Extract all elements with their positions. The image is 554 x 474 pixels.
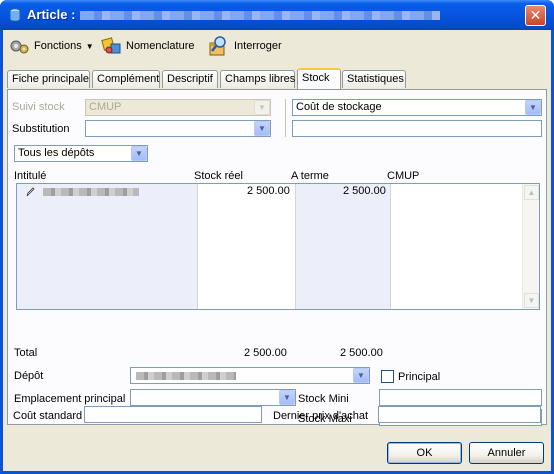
- principal-checkbox[interactable]: [381, 370, 394, 383]
- chevron-down-icon[interactable]: ▼: [254, 121, 270, 136]
- toolbar: Fonctions ▼ Nomenclature Interroger: [3, 30, 551, 62]
- ok-button[interactable]: OK: [387, 442, 462, 464]
- emplacement-label: Emplacement principal: [14, 393, 126, 405]
- table-row[interactable]: 2 500.00 2 500.00: [17, 184, 522, 200]
- stock-tab-panel: Suivi stock CMUP ▼ Substitution ▼ Coût d…: [7, 89, 547, 426]
- emplacement-combo[interactable]: ▼: [130, 389, 296, 406]
- annuler-button[interactable]: Annuler: [469, 442, 544, 464]
- grid-col-a-terme: [295, 184, 390, 309]
- cout-stockage-combo[interactable]: Coût de stockage ▼: [292, 99, 542, 116]
- grid-divider: [390, 184, 391, 309]
- tab-statistiques[interactable]: Statistiques: [342, 70, 406, 88]
- fonctions-label: Fonctions: [34, 40, 82, 52]
- cout-stockage-input[interactable]: [292, 120, 542, 137]
- total-label: Total: [14, 347, 38, 359]
- col-header-a-terme[interactable]: A terme: [291, 170, 329, 182]
- tab-descriptif[interactable]: Descriptif: [162, 70, 218, 88]
- total-a-terme: 2 500.00: [340, 347, 383, 359]
- intitule-redacted: [43, 188, 139, 196]
- window-title: Article :: [27, 7, 76, 22]
- tab-champs-libres[interactable]: Champs libres: [220, 70, 295, 88]
- col-header-intitule[interactable]: Intitulé: [14, 170, 46, 182]
- nomenclature-label: Nomenclature: [126, 40, 195, 52]
- substitution-label: Substitution: [12, 123, 70, 135]
- grid-scrollbar[interactable]: ▲ ▼: [522, 184, 539, 309]
- interroger-label: Interroger: [234, 40, 282, 52]
- suivi-stock-label: Suivi stock: [12, 101, 65, 113]
- vertical-divider: [285, 99, 286, 137]
- title-bar[interactable]: Article : ✕: [0, 0, 554, 30]
- chevron-down-icon[interactable]: ▼: [525, 100, 541, 115]
- chevron-down-icon: ▼: [254, 100, 270, 115]
- close-button[interactable]: ✕: [525, 5, 546, 26]
- suivi-stock-combo: CMUP ▼: [85, 99, 271, 116]
- article-icon: [9, 8, 21, 22]
- depots-filter-combo[interactable]: Tous les dépôts ▼: [14, 145, 148, 162]
- grid-divider: [197, 184, 198, 309]
- depots-filter-value: Tous les dépôts: [18, 147, 95, 159]
- window-client: Fonctions ▼ Nomenclature Interroger Fich…: [3, 30, 551, 471]
- tab-fiche-principale[interactable]: Fiche principale: [7, 70, 90, 88]
- substitution-combo[interactable]: ▼: [85, 120, 271, 137]
- depot-label: Dépôt: [14, 370, 44, 382]
- scroll-up-icon[interactable]: ▲: [524, 185, 539, 200]
- pencil-icon: [26, 187, 35, 197]
- gears-icon: [10, 40, 29, 54]
- tab-stock[interactable]: Stock: [297, 68, 341, 89]
- stock-mini-input[interactable]: [379, 389, 542, 406]
- col-header-cmup[interactable]: CMUP: [387, 170, 419, 182]
- fonctions-menu-button[interactable]: Fonctions ▼: [9, 36, 94, 56]
- cout-standard-input[interactable]: [84, 406, 262, 423]
- total-stock-reel: 2 500.00: [244, 347, 287, 359]
- nomenclature-icon: [101, 37, 121, 54]
- cout-stockage-value: Coût de stockage: [296, 101, 382, 113]
- col-header-stock-reel[interactable]: Stock réel: [194, 170, 243, 182]
- scroll-down-icon[interactable]: ▼: [524, 293, 539, 308]
- stock-mini-label: Stock Mini: [298, 393, 349, 405]
- dernier-prix-input[interactable]: [378, 406, 541, 423]
- row-a-terme: 2 500.00: [343, 185, 386, 197]
- tab-complement[interactable]: Complément: [92, 70, 160, 88]
- dropdown-arrow-icon: ▼: [85, 41, 94, 51]
- depots-grid[interactable]: 2 500.00 2 500.00 ▲ ▼: [16, 183, 540, 310]
- chevron-down-icon[interactable]: ▼: [353, 368, 369, 383]
- grid-divider: [295, 184, 296, 309]
- chevron-down-icon[interactable]: ▼: [279, 390, 295, 405]
- interroger-button[interactable]: Interroger: [205, 36, 282, 56]
- window-title-redacted: [80, 11, 440, 20]
- row-stock-reel: 2 500.00: [247, 185, 290, 197]
- cout-standard-label: Coût standard: [13, 410, 83, 422]
- suivi-stock-value: CMUP: [89, 101, 122, 113]
- dernier-prix-label: Dernier prix d'achat: [273, 410, 369, 422]
- chevron-down-icon[interactable]: ▼: [131, 146, 147, 161]
- article-window: Article : ✕ Fonctions ▼ Nomenclature Int…: [0, 0, 554, 474]
- principal-label: Principal: [398, 371, 441, 383]
- grid-col-intitule: [17, 184, 197, 309]
- depot-combo[interactable]: ▼: [130, 367, 370, 384]
- nomenclature-button[interactable]: Nomenclature: [101, 36, 194, 56]
- depot-value-redacted: [136, 372, 236, 380]
- interroger-icon: [209, 36, 226, 56]
